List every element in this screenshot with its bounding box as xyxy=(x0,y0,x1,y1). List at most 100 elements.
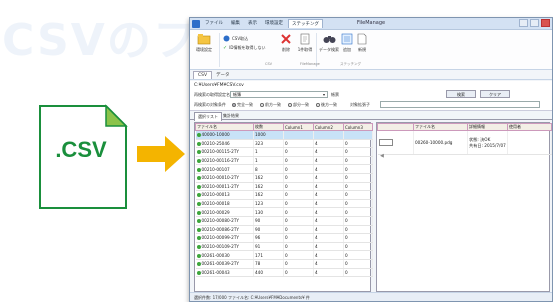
settings-button[interactable]: 環境設定 xyxy=(193,33,215,53)
table-cell: 4 xyxy=(313,233,344,243)
hide-id-checkbox[interactable]: ✓ ID情報を取得しない xyxy=(223,45,265,51)
minimize-button[interactable] xyxy=(519,19,528,27)
table-cell: 4 xyxy=(313,182,344,192)
maximize-button[interactable] xyxy=(530,19,539,27)
radio-option[interactable]: 部分一致 xyxy=(288,102,309,108)
target-label: 対象拡張子 xyxy=(350,102,370,107)
table-cell: 4 xyxy=(313,259,344,269)
search-button[interactable]: 検索 xyxy=(446,90,476,98)
delete-button[interactable]: 削除 xyxy=(277,33,295,53)
add-list-icon xyxy=(341,33,353,45)
ribbon-group-label: FileManage xyxy=(300,62,320,66)
close-button[interactable] xyxy=(541,19,550,27)
column-header[interactable]: 詳細情報 xyxy=(467,123,508,131)
chevron-down-icon: ▾ xyxy=(322,92,325,97)
table-cell: 0 xyxy=(343,242,373,252)
table-row[interactable]: 00210-00099-2TY 96 0 4 0 xyxy=(195,233,373,243)
table-row[interactable]: 00260-10000.pdg 状態: 決OK 共有日: 2015/7/07 xyxy=(377,130,552,155)
file-name: 40000-10000 xyxy=(201,132,230,138)
table-cell: 4 xyxy=(313,242,344,252)
table-cell: 4 xyxy=(313,225,344,235)
table-cell: 00210-00099-2TY xyxy=(195,233,254,243)
column-header[interactable]: 枚数 xyxy=(253,123,284,131)
status-dot-icon xyxy=(196,210,201,215)
new-button[interactable]: 新規 xyxy=(355,33,369,53)
table-row[interactable]: 00210-00029 130 0 4 0 xyxy=(195,207,373,217)
table-cell: 123 xyxy=(253,199,284,209)
tab-summary[interactable]: 集計結果 xyxy=(220,112,242,120)
table-row[interactable]: 00210-00107 8 0 4 0 xyxy=(195,164,373,174)
radio-option[interactable]: 前方一致 xyxy=(260,102,281,108)
ribbon-group-label: CSV xyxy=(265,62,273,66)
table-row[interactable]: 00210-00086-2TY 90 0 4 0 xyxy=(195,225,373,235)
data-search-button[interactable]: データ検索 xyxy=(319,33,339,53)
target-input[interactable] xyxy=(380,101,540,108)
export-button[interactable]: 1件取得 xyxy=(296,33,314,53)
window-title: FileManage xyxy=(356,20,386,26)
result-tabs: 選択リスト 集計結果 xyxy=(190,111,552,121)
table-cell: 90 xyxy=(253,225,284,235)
csv-label: .CSV xyxy=(55,137,107,162)
table-cell: 0 xyxy=(283,139,314,149)
status-dot-icon xyxy=(196,184,201,189)
table-cell: 78 xyxy=(253,259,284,269)
table-row[interactable]: 00210-25046 323 0 4 0 xyxy=(195,139,373,149)
file-detail-table: ファイル名 詳細情報 使用者 00260-10000.pdg 状態: 決OK 共有日:… xyxy=(376,122,552,292)
file-name: 00210-00116-2TY xyxy=(201,158,239,164)
table-cell: 1 xyxy=(253,156,284,166)
tab-csv[interactable]: CSV xyxy=(193,71,213,79)
table-row[interactable]: 40000-10000 1000 xyxy=(195,130,373,140)
table-cell: 00261-00043 xyxy=(195,268,254,278)
table-cell: 00210-00013 xyxy=(195,190,254,200)
csv-import-button[interactable]: CSV取込 xyxy=(223,35,248,42)
table-cell: 0 xyxy=(343,259,373,269)
column-header[interactable]: Column1 xyxy=(283,123,314,131)
add-button[interactable]: 追加 xyxy=(340,33,354,53)
table-row[interactable]: 00210-00116-2TY 1 0 4 0 xyxy=(195,156,373,166)
table-cell xyxy=(343,130,373,140)
column-header[interactable] xyxy=(377,123,414,131)
column-header[interactable]: ファイル名 xyxy=(413,123,468,131)
table-row[interactable]: 00261-00043 440 0 4 0 xyxy=(195,268,373,278)
table-row[interactable]: 00210-00011-2TY 162 0 4 0 xyxy=(195,182,373,192)
table-cell: 4 xyxy=(313,268,344,278)
table-row[interactable]: 00210-00109-2TY 91 0 4 0 xyxy=(195,242,373,252)
clear-button[interactable]: クリア xyxy=(480,90,510,98)
table-cell: 1000 xyxy=(253,130,284,140)
table-row[interactable]: 00261-00039-2TY 78 0 4 0 xyxy=(195,259,373,269)
table-cell xyxy=(377,130,414,155)
radio-option[interactable]: 後方一致 xyxy=(316,102,337,108)
file-name: 00210-00086-2TY xyxy=(201,226,239,232)
column-header[interactable]: Column2 xyxy=(313,123,344,131)
file-name: 00210-00010-2TY xyxy=(201,175,239,181)
status-dot-icon xyxy=(196,159,201,164)
table-cell: 4 xyxy=(313,216,344,226)
table-cell: 0 xyxy=(283,164,314,174)
column-header[interactable]: 使用者 xyxy=(507,123,552,131)
status-dot-icon xyxy=(196,133,201,138)
lookup-select[interactable]: 帳簿 ▾ xyxy=(230,91,328,98)
table-cell xyxy=(283,130,314,140)
radio-option[interactable]: 完全一致 xyxy=(232,102,253,108)
table-cell: 4 xyxy=(313,139,344,149)
table-row[interactable]: 00210-00080-2TY 90 0 4 0 xyxy=(195,216,373,226)
status-dot-icon xyxy=(196,253,201,258)
column-header[interactable]: Column3 xyxy=(343,123,373,131)
column-header[interactable]: ファイル名 xyxy=(195,123,254,131)
tab-selection-list[interactable]: 選択リスト xyxy=(194,112,222,121)
file-name: 00210-00109-2TY xyxy=(201,244,239,250)
arrow-right-icon xyxy=(137,136,185,172)
table-row[interactable]: 00261-00030 171 0 4 0 xyxy=(195,250,373,260)
table-row[interactable]: 00210-00010-2TY 162 0 4 0 xyxy=(195,173,373,183)
table-row[interactable]: 00210-00115-2TY 1 0 4 0 xyxy=(195,147,373,157)
tab-data[interactable]: データ xyxy=(212,71,234,79)
table-cell: 00260-10000.pdg xyxy=(413,130,468,155)
background-heading: CSVのフ xyxy=(2,15,199,66)
thumbnail xyxy=(378,138,393,146)
table-row[interactable]: 00210-00013 162 0 4 0 xyxy=(195,190,373,200)
file-name: 00210-00115-2TY xyxy=(201,149,239,155)
table-cell: 00210-25046 xyxy=(195,139,254,149)
delete-label: 削除 xyxy=(282,47,290,52)
table-cell: 0 xyxy=(283,242,314,252)
table-row[interactable]: 00210-00018 123 0 4 0 xyxy=(195,199,373,209)
